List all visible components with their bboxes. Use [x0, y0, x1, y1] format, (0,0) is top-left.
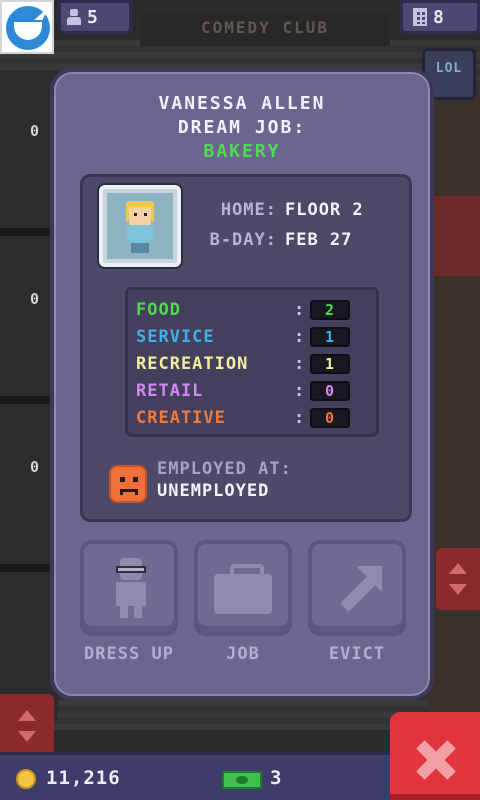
sad-face-icon [109, 465, 147, 503]
stat-colon: : [294, 353, 306, 374]
evict-button[interactable] [308, 540, 406, 636]
dream-job-value: BAKERY [203, 141, 281, 162]
avatar-body [127, 225, 153, 243]
resident-details-card: HOME: FLOOR 2 B-DAY: FEB 27 FOOD : 2 SER… [80, 174, 412, 522]
avatar-face [129, 207, 151, 225]
stat-colon: : [294, 299, 306, 320]
employed-at-value: UNEMPLOYED [157, 481, 270, 501]
social-menu-button[interactable] [0, 0, 54, 54]
bux-value: 3 [270, 767, 283, 789]
elevator-button-left[interactable] [0, 694, 54, 758]
avatar-legs [131, 243, 149, 253]
person-icon [67, 9, 81, 25]
stat-row-service: SERVICE : 1 [136, 323, 368, 350]
resident-header: VANESSA ALLEN DREAM JOB: BAKERY [54, 92, 430, 164]
up-down-arrows-icon [449, 563, 467, 595]
floor-number-label: 0 [30, 458, 41, 476]
employed-at-label: EMPLOYED AT: [157, 459, 292, 479]
arrow-up-right-icon [334, 566, 382, 614]
floor-number-label: 0 [30, 290, 41, 308]
home-label: HOME: [220, 200, 277, 220]
floor-number-label: 0 [30, 122, 41, 140]
close-button[interactable] [390, 712, 480, 800]
avatar-eye [134, 213, 137, 216]
job-label: JOB [226, 644, 260, 664]
stat-name: SERVICE [136, 326, 215, 347]
stat-value: 1 [310, 326, 350, 347]
bitizen-logo-icon [6, 6, 50, 50]
birthday-value: FEB 27 [285, 230, 353, 250]
tower-bux-icon [222, 771, 262, 789]
stat-row-recreation: RECREATION : 1 [136, 350, 368, 377]
stat-colon: : [294, 380, 306, 401]
stat-value: 1 [310, 353, 350, 374]
person-with-glasses-icon [110, 558, 150, 618]
stat-colon: : [294, 407, 306, 428]
stat-name: FOOD [136, 299, 181, 320]
birthday-row: B-DAY: FEB 27 [193, 225, 403, 255]
briefcase-icon [214, 564, 272, 614]
stat-row-creative: CREATIVE : 0 [136, 404, 368, 431]
population-value: 5 [87, 6, 99, 28]
coins-value: 11,216 [46, 767, 121, 789]
top-hud: COMEDY CLUB 5 8 [0, 0, 480, 54]
building-icon [413, 8, 427, 26]
stat-name: RECREATION [136, 353, 249, 374]
stat-value: 0 [310, 407, 350, 428]
right-floor-column [428, 80, 480, 720]
stat-value: 0 [310, 380, 350, 401]
resident-avatar[interactable] [99, 185, 181, 267]
evict-label: EVICT [328, 644, 386, 664]
avatar-eye [144, 213, 147, 216]
stat-colon: : [294, 326, 306, 347]
stat-row-food: FOOD : 2 [136, 296, 368, 323]
job-button[interactable] [194, 540, 292, 636]
stat-row-retail: RETAIL : 0 [136, 377, 368, 404]
dress-up-button[interactable] [80, 540, 178, 636]
home-row: HOME: FLOOR 2 [193, 195, 403, 225]
stat-name: CREATIVE [136, 407, 226, 428]
coin-icon [16, 769, 36, 789]
up-down-arrows-icon [18, 710, 36, 742]
birthday-label: B-DAY: [209, 230, 277, 250]
resident-info: HOME: FLOOR 2 B-DAY: FEB 27 [193, 195, 403, 255]
stat-name: RETAIL [136, 380, 204, 401]
resident-info-panel: VANESSA ALLEN DREAM JOB: BAKERY HOME: FL… [50, 68, 434, 700]
skill-stats: FOOD : 2 SERVICE : 1 RECREATION : 1 RETA… [125, 287, 379, 437]
dress-up-label: DRESS UP [84, 644, 174, 664]
floor-count-value: 8 [433, 6, 445, 28]
elevator-button-right[interactable] [436, 548, 480, 610]
close-icon [416, 740, 456, 780]
floor-name-sign: COMEDY CLUB [140, 12, 390, 46]
home-value: FLOOR 2 [285, 200, 364, 220]
dream-job-label: DREAM JOB: [177, 117, 307, 138]
stat-value: 2 [310, 299, 350, 320]
neighbor-floor-decor [428, 196, 480, 276]
population-counter[interactable]: 5 [58, 0, 132, 34]
floor-counter[interactable]: 8 [400, 0, 480, 34]
resident-name: VANESSA ALLEN [158, 93, 326, 114]
